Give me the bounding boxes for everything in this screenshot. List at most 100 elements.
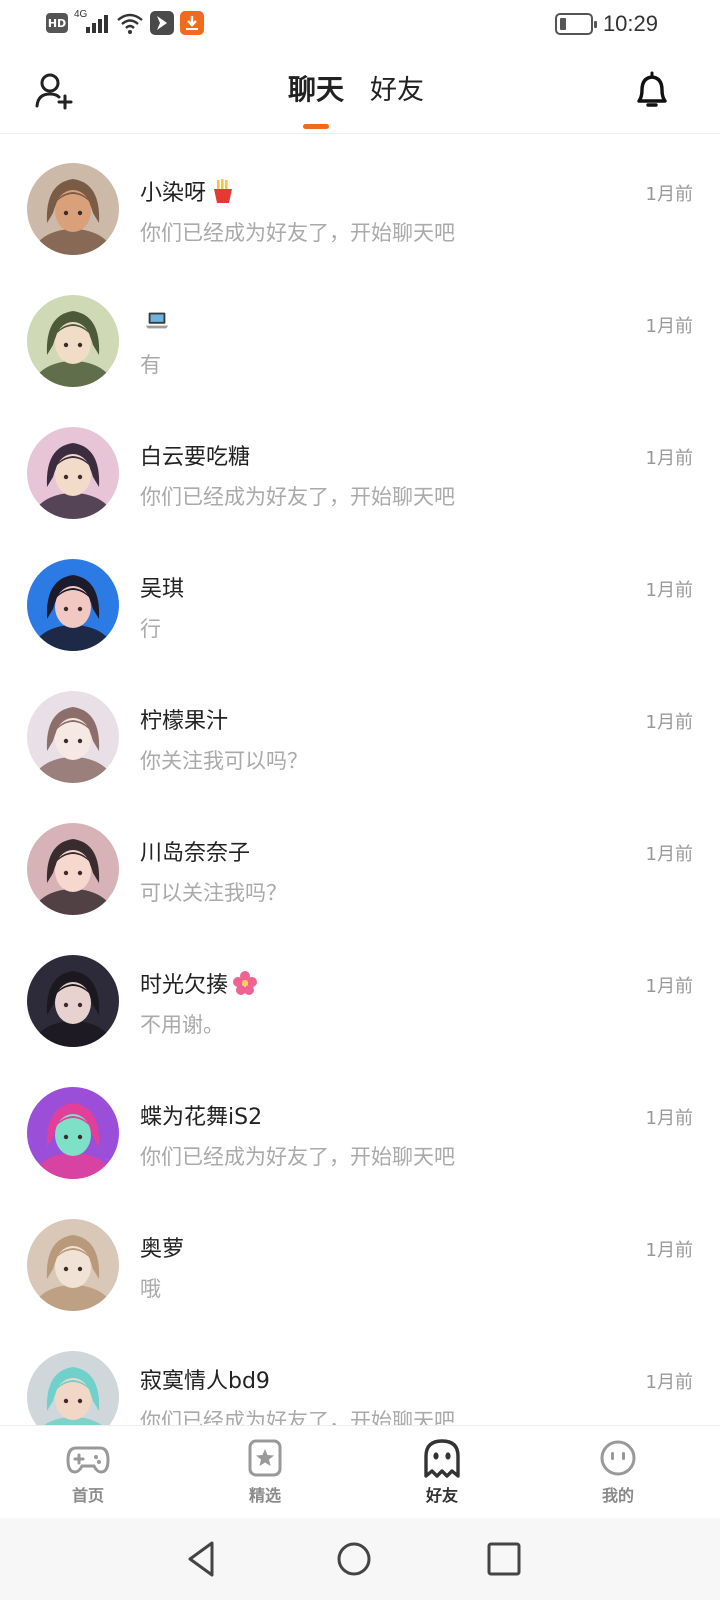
bell-icon[interactable] bbox=[634, 70, 670, 110]
message-time: 1月前 bbox=[645, 184, 693, 205]
app-screen: HD 4G 10:29 聊天 好友 小染呀 1月前 你们已经成为好友了，开始聊天… bbox=[0, 0, 720, 1600]
conversation-item[interactable]: 寂寞情人bd9 1月前你们已经成为好友了，开始聊天吧 bbox=[0, 1323, 720, 1425]
notification-app-icon bbox=[150, 11, 174, 35]
message-time: 1月前 bbox=[645, 1108, 693, 1129]
contact-name bbox=[140, 307, 170, 333]
conversation-item[interactable]: 蝶为花舞iS2 1月前你们已经成为好友了，开始聊天吧 bbox=[0, 1059, 720, 1191]
last-message-preview: 不用谢。 bbox=[140, 1013, 224, 1037]
home-icon[interactable] bbox=[334, 1539, 374, 1579]
nav-item-featured[interactable]: 精选 bbox=[225, 1438, 305, 1512]
battery-icon bbox=[554, 13, 597, 35]
flower-emoji-icon bbox=[232, 970, 258, 996]
wifi-icon bbox=[117, 13, 143, 34]
contact-name-text: 奥萝 bbox=[140, 1237, 185, 1262]
hd-badge: HD bbox=[46, 13, 68, 33]
avatar[interactable] bbox=[27, 1219, 119, 1311]
recents-icon[interactable] bbox=[484, 1539, 524, 1579]
message-time: 1月前 bbox=[645, 316, 693, 337]
avatar[interactable] bbox=[27, 691, 119, 783]
contact-name: 川岛奈奈子 bbox=[140, 835, 250, 867]
contact-name: 小染呀 bbox=[140, 175, 236, 207]
contact-name-text: 白云要吃糖 bbox=[140, 445, 251, 470]
contact-name-text: 寂寞情人bd9 bbox=[140, 1369, 270, 1394]
nav-label-me: 我的 bbox=[601, 1486, 634, 1505]
status-bar-left: HD 4G bbox=[46, 9, 204, 36]
nav-item-home[interactable]: 首页 bbox=[48, 1438, 128, 1512]
last-message-preview: 你们已经成为好友了，开始聊天吧 bbox=[140, 221, 455, 245]
message-time: 1月前 bbox=[645, 712, 693, 733]
avatar[interactable] bbox=[27, 955, 119, 1047]
last-message-preview: 行 bbox=[140, 617, 161, 641]
download-icon bbox=[180, 11, 204, 35]
contact-name-text: 时光欠揍 bbox=[140, 973, 229, 998]
add-friend-icon[interactable] bbox=[34, 70, 74, 110]
fries-emoji-icon bbox=[210, 178, 236, 204]
message-time: 1月前 bbox=[645, 448, 693, 469]
avatar[interactable] bbox=[27, 427, 119, 519]
avatar[interactable] bbox=[27, 823, 119, 915]
gamepad-icon bbox=[66, 1446, 110, 1474]
last-message-preview: 你关注我可以吗？ bbox=[140, 749, 308, 773]
contact-name: 蝶为花舞iS2 bbox=[140, 1099, 262, 1131]
contact-name-text: 柠檬果汁 bbox=[140, 709, 229, 734]
cellular-signal-icon: 4G bbox=[74, 9, 110, 35]
last-message-preview: 你们已经成为好友了，开始聊天吧 bbox=[140, 1409, 455, 1425]
avatar[interactable] bbox=[27, 1087, 119, 1179]
active-tab-indicator bbox=[303, 124, 329, 129]
contact-name: 奥萝 bbox=[140, 1231, 184, 1263]
star-badge-icon bbox=[248, 1439, 282, 1477]
nav-label-featured: 精选 bbox=[248, 1486, 281, 1505]
conversation-item[interactable]: 白云要吃糖 1月前你们已经成为好友了，开始聊天吧 bbox=[0, 399, 720, 531]
top-header: 聊天 好友 bbox=[0, 52, 720, 134]
last-message-preview: 你们已经成为好友了，开始聊天吧 bbox=[140, 485, 455, 509]
last-message-preview: 可以关注我吗？ bbox=[140, 881, 287, 905]
conversation-item[interactable]: 吴琪 1月前行 bbox=[0, 531, 720, 663]
contact-name: 时光欠揍 bbox=[140, 967, 258, 999]
avatar[interactable] bbox=[27, 559, 119, 651]
message-time: 1月前 bbox=[645, 844, 693, 865]
contact-name-text: 吴琪 bbox=[140, 577, 185, 602]
conversation-item[interactable]: 川岛奈奈子 1月前可以关注我吗？ bbox=[0, 795, 720, 927]
contact-name: 吴琪 bbox=[140, 571, 184, 603]
bottom-navigation: 首页 精选 好友 我的 bbox=[0, 1425, 720, 1518]
back-icon[interactable] bbox=[182, 1539, 222, 1579]
tab-chat-label: 聊天 bbox=[288, 73, 345, 106]
tab-chat[interactable]: 聊天 bbox=[288, 68, 345, 129]
status-bar-right: 10:29 bbox=[554, 10, 658, 38]
top-tabs: 聊天 好友 bbox=[288, 68, 424, 129]
contact-name-text: 小染呀 bbox=[140, 181, 207, 206]
tab-friends[interactable]: 好友 bbox=[370, 68, 424, 107]
contact-name: 白云要吃糖 bbox=[140, 439, 250, 471]
avatar[interactable] bbox=[27, 295, 119, 387]
message-time: 1月前 bbox=[645, 1240, 693, 1261]
nav-label-friends: 好友 bbox=[425, 1486, 458, 1505]
face-icon bbox=[600, 1440, 636, 1476]
contact-name-text: 川岛奈奈子 bbox=[140, 841, 251, 866]
system-navigation-bar bbox=[0, 1518, 720, 1600]
network-type-label: 4G bbox=[74, 9, 88, 20]
contact-name-text: 蝶为花舞iS2 bbox=[140, 1105, 263, 1130]
status-bar: HD 4G 10:29 bbox=[0, 0, 720, 50]
last-message-preview: 你们已经成为好友了，开始聊天吧 bbox=[140, 1145, 455, 1169]
contact-name: 寂寞情人bd9 bbox=[140, 1363, 270, 1395]
message-time: 1月前 bbox=[645, 976, 693, 997]
message-time: 1月前 bbox=[645, 1372, 693, 1393]
ghost-icon bbox=[424, 1439, 460, 1478]
nav-item-me[interactable]: 我的 bbox=[578, 1438, 658, 1512]
contact-name: 柠檬果汁 bbox=[140, 703, 228, 735]
message-time: 1月前 bbox=[645, 580, 693, 601]
conversation-item[interactable]: 时光欠揍 1月前不用谢。 bbox=[0, 927, 720, 1059]
conversation-item[interactable]: 1月前有 bbox=[0, 267, 720, 399]
last-message-preview: 哦 bbox=[140, 1277, 161, 1301]
conversation-item[interactable]: 柠檬果汁 1月前你关注我可以吗？ bbox=[0, 663, 720, 795]
tab-friends-label: 好友 bbox=[370, 75, 425, 106]
clock: 10:29 bbox=[602, 11, 658, 36]
nav-item-friends[interactable]: 好友 bbox=[402, 1438, 482, 1512]
nav-label-home: 首页 bbox=[71, 1486, 104, 1505]
avatar[interactable] bbox=[27, 163, 119, 255]
laptop-emoji-icon bbox=[144, 307, 170, 333]
conversation-item[interactable]: 小染呀 1月前你们已经成为好友了，开始聊天吧 bbox=[0, 135, 720, 267]
avatar[interactable] bbox=[27, 1351, 119, 1425]
conversation-list: 小染呀 1月前 你们已经成为好友了，开始聊天吧 1月前有白云要吃糖 1月前 你们已经成为好… bbox=[0, 135, 720, 1425]
conversation-item[interactable]: 奥萝 1月前哦 bbox=[0, 1191, 720, 1323]
